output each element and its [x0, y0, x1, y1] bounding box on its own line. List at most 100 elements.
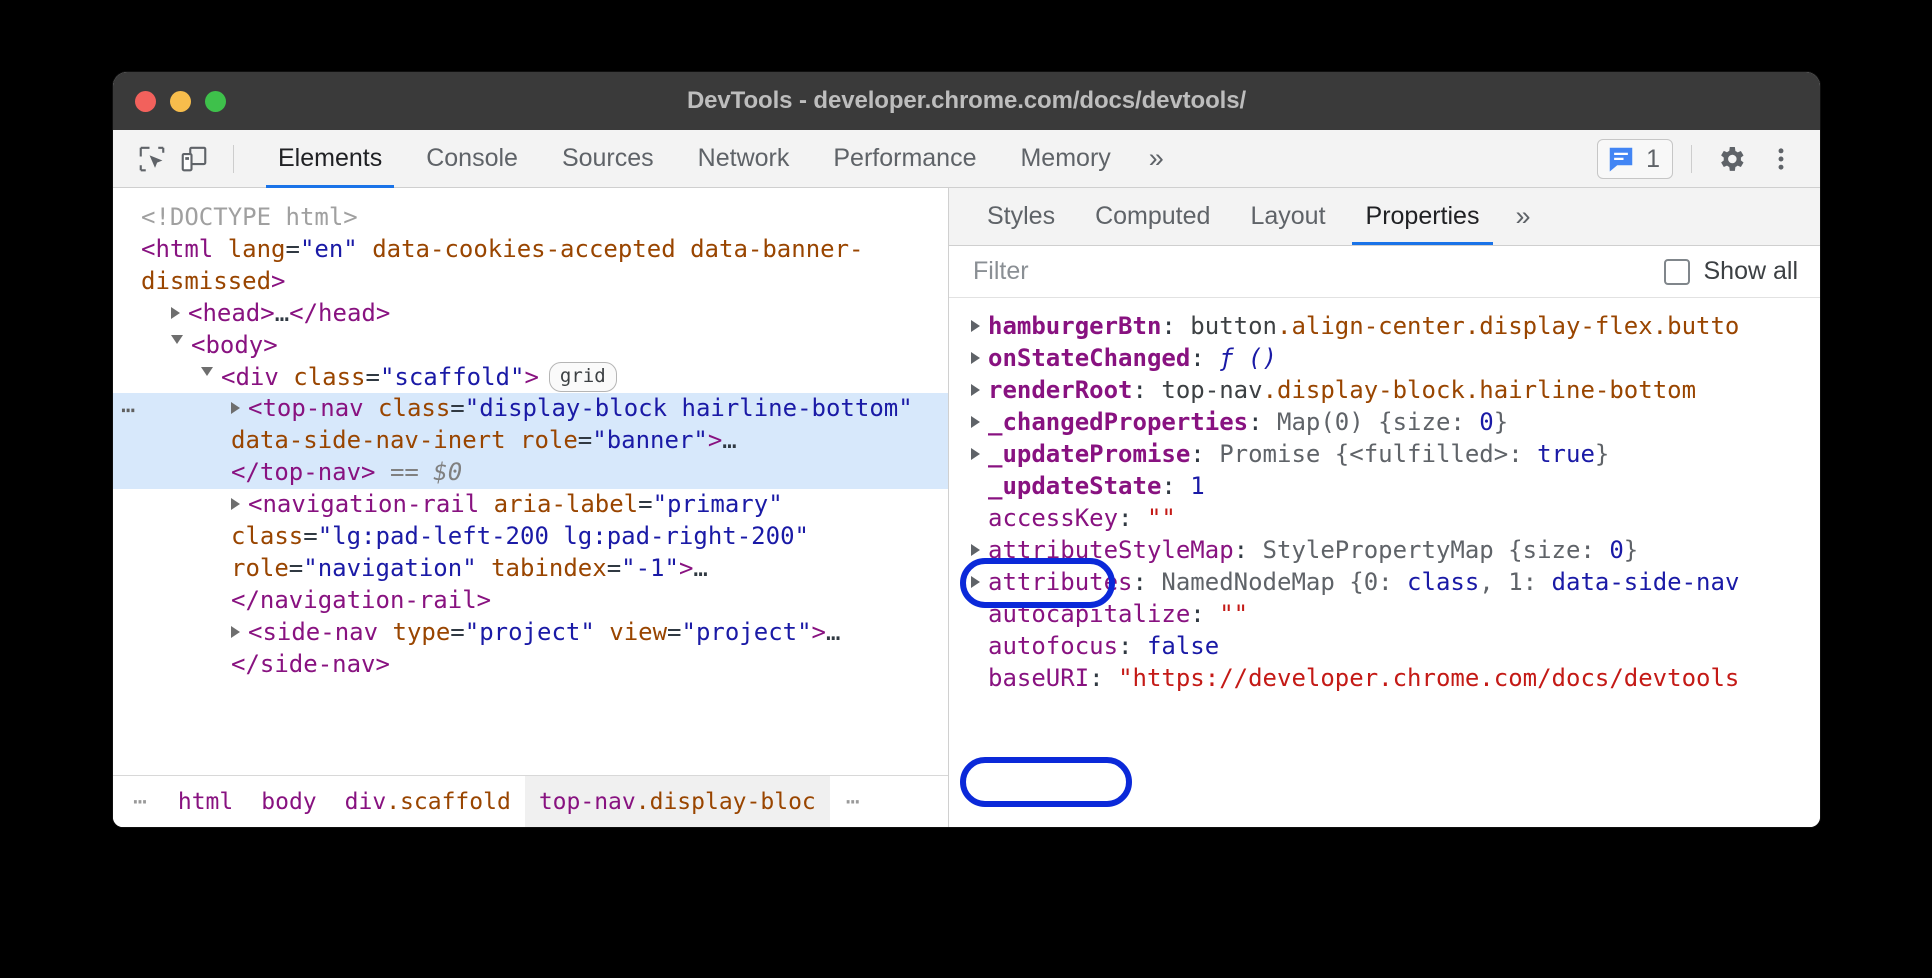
property-row[interactable]: attributes: NamedNodeMap {0: class, 1: d…	[949, 566, 1820, 598]
property-row[interactable]: attributeStyleMap: StylePropertyMap {siz…	[949, 534, 1820, 566]
expand-triangle-icon[interactable]	[971, 544, 980, 556]
dom-token-attr: tabindex	[491, 554, 607, 582]
property-row[interactable]: hamburgerBtn: button.align-center.displa…	[949, 310, 1820, 342]
dom-node-row[interactable]: </navigation-rail>	[113, 585, 948, 617]
property-row[interactable]: onStateChanged: ƒ ()	[949, 342, 1820, 374]
tab-styles[interactable]: Styles	[967, 188, 1075, 245]
property-row[interactable]: accessKey: ""	[949, 502, 1820, 534]
show-all-toggle[interactable]: Show all	[1664, 257, 1799, 286]
dom-token-tagp: <navigation-rail	[248, 490, 494, 518]
dom-node-row[interactable]: ⋯<top-nav class="display-block hairline-…	[113, 393, 948, 489]
property-row[interactable]: autocapitalize: ""	[949, 598, 1820, 630]
expand-triangle-icon[interactable]	[971, 576, 980, 588]
expand-triangle-icon[interactable]	[971, 416, 980, 428]
tab-properties[interactable]: Properties	[1346, 188, 1500, 245]
dom-node-row[interactable]: <side-nav type="project" view="project">…	[113, 617, 948, 649]
property-separator: :	[1190, 440, 1219, 468]
expand-triangle-icon[interactable]	[971, 448, 980, 460]
dom-token-attr: role	[231, 554, 289, 582]
grid-badge[interactable]: grid	[549, 362, 617, 392]
tab-sources[interactable]: Sources	[540, 130, 676, 188]
dom-token-plain: =	[366, 363, 380, 391]
expand-triangle-icon[interactable]	[971, 320, 980, 332]
property-row[interactable]: autofocus: false	[949, 630, 1820, 662]
message-count-button[interactable]: 1	[1597, 139, 1673, 179]
tab-console[interactable]: Console	[404, 130, 540, 188]
properties-list[interactable]: hamburgerBtn: button.align-center.displa…	[949, 298, 1820, 775]
traffic-lights	[135, 91, 226, 112]
expand-triangle-icon[interactable]	[971, 384, 980, 396]
close-button[interactable]	[135, 91, 156, 112]
device-toolbar-icon[interactable]	[173, 138, 215, 180]
property-row[interactable]: _updateState: 1	[949, 470, 1820, 502]
dom-node-row[interactable]: </side-nav>	[113, 649, 948, 681]
tab-computed[interactable]: Computed	[1075, 188, 1230, 245]
dom-tree[interactable]: <!DOCTYPE html><html lang="en" data-cook…	[113, 188, 948, 713]
expand-triangle-icon[interactable]	[231, 402, 240, 414]
tab-elements[interactable]: Elements	[256, 130, 404, 188]
dom-token-plain	[913, 394, 927, 422]
dom-token-plain: =	[638, 490, 652, 518]
breadcrumb-item-div[interactable]: div.scaffold	[331, 776, 525, 828]
filter-input[interactable]	[973, 257, 1473, 286]
collapse-triangle-icon[interactable]	[171, 335, 183, 350]
inspect-element-icon[interactable]	[131, 138, 173, 180]
collapse-triangle-icon[interactable]	[201, 367, 213, 382]
dom-token-plain	[809, 522, 823, 550]
dom-token-tagp: <side-nav	[248, 618, 393, 646]
devtools-toolbar: Elements Console Sources Network Perform…	[113, 130, 1820, 188]
property-value-token: .display-block.hairline-bottom	[1263, 376, 1696, 404]
show-all-label: Show all	[1704, 257, 1799, 286]
minimize-button[interactable]	[170, 91, 191, 112]
breadcrumb-item-body[interactable]: body	[247, 776, 330, 828]
tab-network[interactable]: Network	[676, 130, 812, 188]
tab-memory[interactable]: Memory	[998, 130, 1132, 188]
dom-token-tagp: </navigation-rail>	[231, 586, 491, 614]
breadcrumb[interactable]: ⋯ html bodydiv.scaffoldtop-nav.display-blo…	[113, 775, 948, 827]
dom-token-tagp: </top-nav>	[231, 458, 376, 486]
zoom-button[interactable]	[205, 91, 226, 112]
property-row[interactable]: _updatePromise: Promise {<fulfilled>: tr…	[949, 438, 1820, 470]
dom-token-tagp: >	[524, 363, 538, 391]
breadcrumb-tag-name: html	[178, 789, 233, 815]
property-value-token: true	[1537, 440, 1595, 468]
dom-node-row[interactable]: <head>…</head>	[113, 298, 948, 330]
expand-triangle-icon[interactable]	[231, 498, 240, 510]
kebab-menu-icon[interactable]	[1760, 138, 1802, 180]
dom-node-row[interactable]: <html lang="en" data-cookies-accepted da…	[113, 234, 948, 298]
node-overflow-dots[interactable]: ⋯	[121, 395, 136, 427]
property-value-token: }	[1624, 536, 1638, 564]
property-value-token: 0	[1479, 408, 1493, 436]
breadcrumb-overflow-right[interactable]: ⋯	[830, 789, 877, 815]
sidebar-more-tabs-chevron-icon[interactable]: »	[1499, 188, 1546, 245]
dom-node-row[interactable]: <!DOCTYPE html>	[113, 202, 948, 234]
property-row[interactable]: renderRoot: top-nav.display-block.hairli…	[949, 374, 1820, 406]
devtools-panes: <!DOCTYPE html><html lang="en" data-cook…	[113, 188, 1820, 827]
property-separator: :	[1248, 408, 1277, 436]
breadcrumb-item-html[interactable]: html	[164, 776, 247, 828]
tab-network-label: Network	[698, 144, 790, 173]
breadcrumb-item-top-nav[interactable]: top-nav.display-bloc	[525, 776, 830, 828]
dom-token-tagp: <html	[141, 235, 228, 263]
tab-performance[interactable]: Performance	[811, 130, 998, 188]
property-row[interactable]: _changedProperties: Map(0) {size: 0}	[949, 406, 1820, 438]
expand-triangle-icon[interactable]	[171, 307, 180, 319]
dom-token-tagp: <body>	[191, 331, 278, 359]
dom-token-attr: view	[609, 618, 667, 646]
dom-token-attr: aria-label	[494, 490, 639, 518]
show-all-checkbox[interactable]	[1664, 259, 1690, 285]
dom-node-row[interactable]: <navigation-rail aria-label="primary" cl…	[113, 489, 948, 585]
dom-node-row[interactable]: <body>	[113, 330, 948, 362]
dom-node-row[interactable]: <div class="scaffold">grid	[113, 362, 948, 394]
gear-icon[interactable]	[1710, 138, 1752, 180]
property-separator: :	[1190, 600, 1219, 628]
more-tabs-chevron-icon[interactable]: »	[1133, 130, 1180, 188]
property-value-token: class	[1407, 568, 1479, 596]
dom-token-attr: class	[231, 522, 303, 550]
expand-triangle-icon[interactable]	[971, 352, 980, 364]
expand-triangle-icon[interactable]	[231, 626, 240, 638]
breadcrumb-overflow-left[interactable]: ⋯	[113, 789, 164, 815]
tab-layout[interactable]: Layout	[1230, 188, 1345, 245]
property-row[interactable]: baseURI: "https://developer.chrome.com/d…	[949, 662, 1820, 694]
dom-token-plain: =	[450, 618, 464, 646]
